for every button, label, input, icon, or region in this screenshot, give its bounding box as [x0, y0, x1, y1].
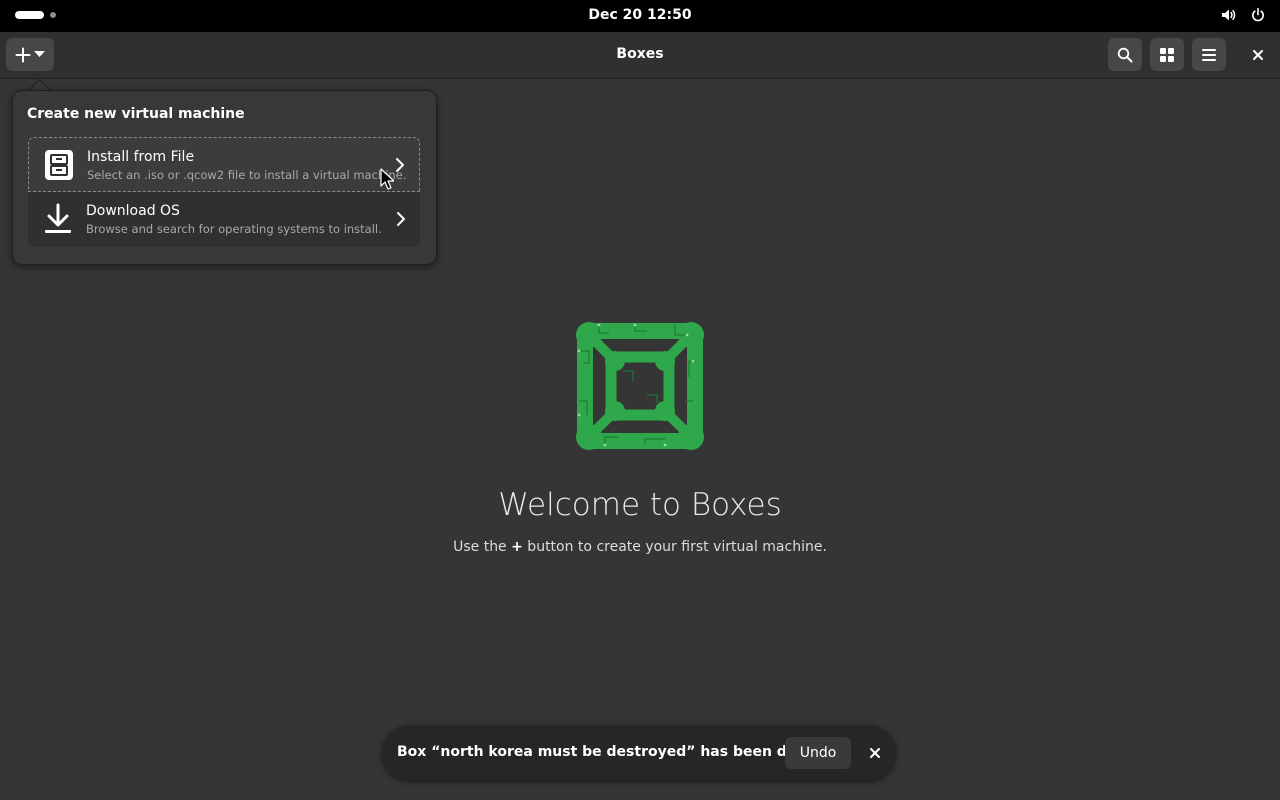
plus-icon: [15, 47, 31, 63]
main-menu-button[interactable]: [1192, 38, 1226, 71]
header-bar: Boxes: [0, 32, 1280, 79]
close-icon: [1253, 50, 1263, 60]
activities-button[interactable]: [15, 11, 56, 19]
install-from-file-row[interactable]: Install from File Select an .iso or .qco…: [28, 137, 420, 192]
system-tray[interactable]: [1220, 7, 1266, 23]
welcome-subtitle: Use the + button to create your first vi…: [390, 539, 890, 555]
welcome-subtitle-end: button to create your first virtual mach…: [522, 539, 827, 555]
window-close-button[interactable]: [1246, 43, 1270, 67]
download-os-row[interactable]: Download OS Browse and search for operat…: [28, 192, 420, 247]
download-icon: [42, 203, 74, 235]
hamburger-menu-icon: [1201, 48, 1217, 62]
undo-button[interactable]: Undo: [785, 737, 851, 769]
view-toggle-button[interactable]: [1150, 38, 1184, 71]
workspace-indicator: [50, 12, 56, 18]
volume-icon[interactable]: [1220, 7, 1236, 23]
system-top-bar: Dec 20 12:50: [0, 0, 1280, 32]
mouse-pointer-icon: [380, 168, 394, 190]
search-icon: [1117, 47, 1133, 63]
popover-title: Create new virtual machine: [27, 106, 245, 122]
active-workspace-indicator: [15, 11, 44, 19]
row-title: Download OS: [86, 203, 180, 219]
row-title: Install from File: [87, 149, 195, 165]
welcome-title: Welcome to Boxes: [498, 487, 782, 523]
row-subtitle: Select an .iso or .qcow2 file to install…: [87, 168, 407, 182]
grid-view-icon: [1160, 47, 1174, 62]
power-icon[interactable]: [1250, 7, 1266, 23]
file-cabinet-icon: [43, 149, 75, 181]
create-vm-popover: Create new virtual machine Install from …: [12, 90, 437, 265]
search-button[interactable]: [1108, 38, 1142, 71]
create-options-list: Install from File Select an .iso or .qco…: [28, 137, 420, 247]
close-icon: [870, 748, 880, 758]
clock[interactable]: Dec 20 12:50: [560, 7, 720, 23]
new-vm-button[interactable]: [6, 38, 54, 71]
toast-close-button[interactable]: [863, 741, 887, 765]
boxes-logo-icon: [575, 321, 705, 451]
welcome-subtitle-start: Use the: [453, 539, 512, 555]
chevron-right-icon: [395, 157, 405, 173]
dropdown-arrow-icon: [34, 51, 45, 58]
row-subtitle: Browse and search for operating systems …: [86, 222, 382, 236]
chevron-right-icon: [396, 211, 406, 227]
welcome-subtitle-plus: +: [511, 539, 523, 555]
toast-message: Box “north korea must be destroyed” has …: [397, 744, 837, 760]
deleted-toast: Box “north korea must be destroyed” has …: [382, 725, 896, 780]
window-title: Boxes: [616, 46, 664, 62]
